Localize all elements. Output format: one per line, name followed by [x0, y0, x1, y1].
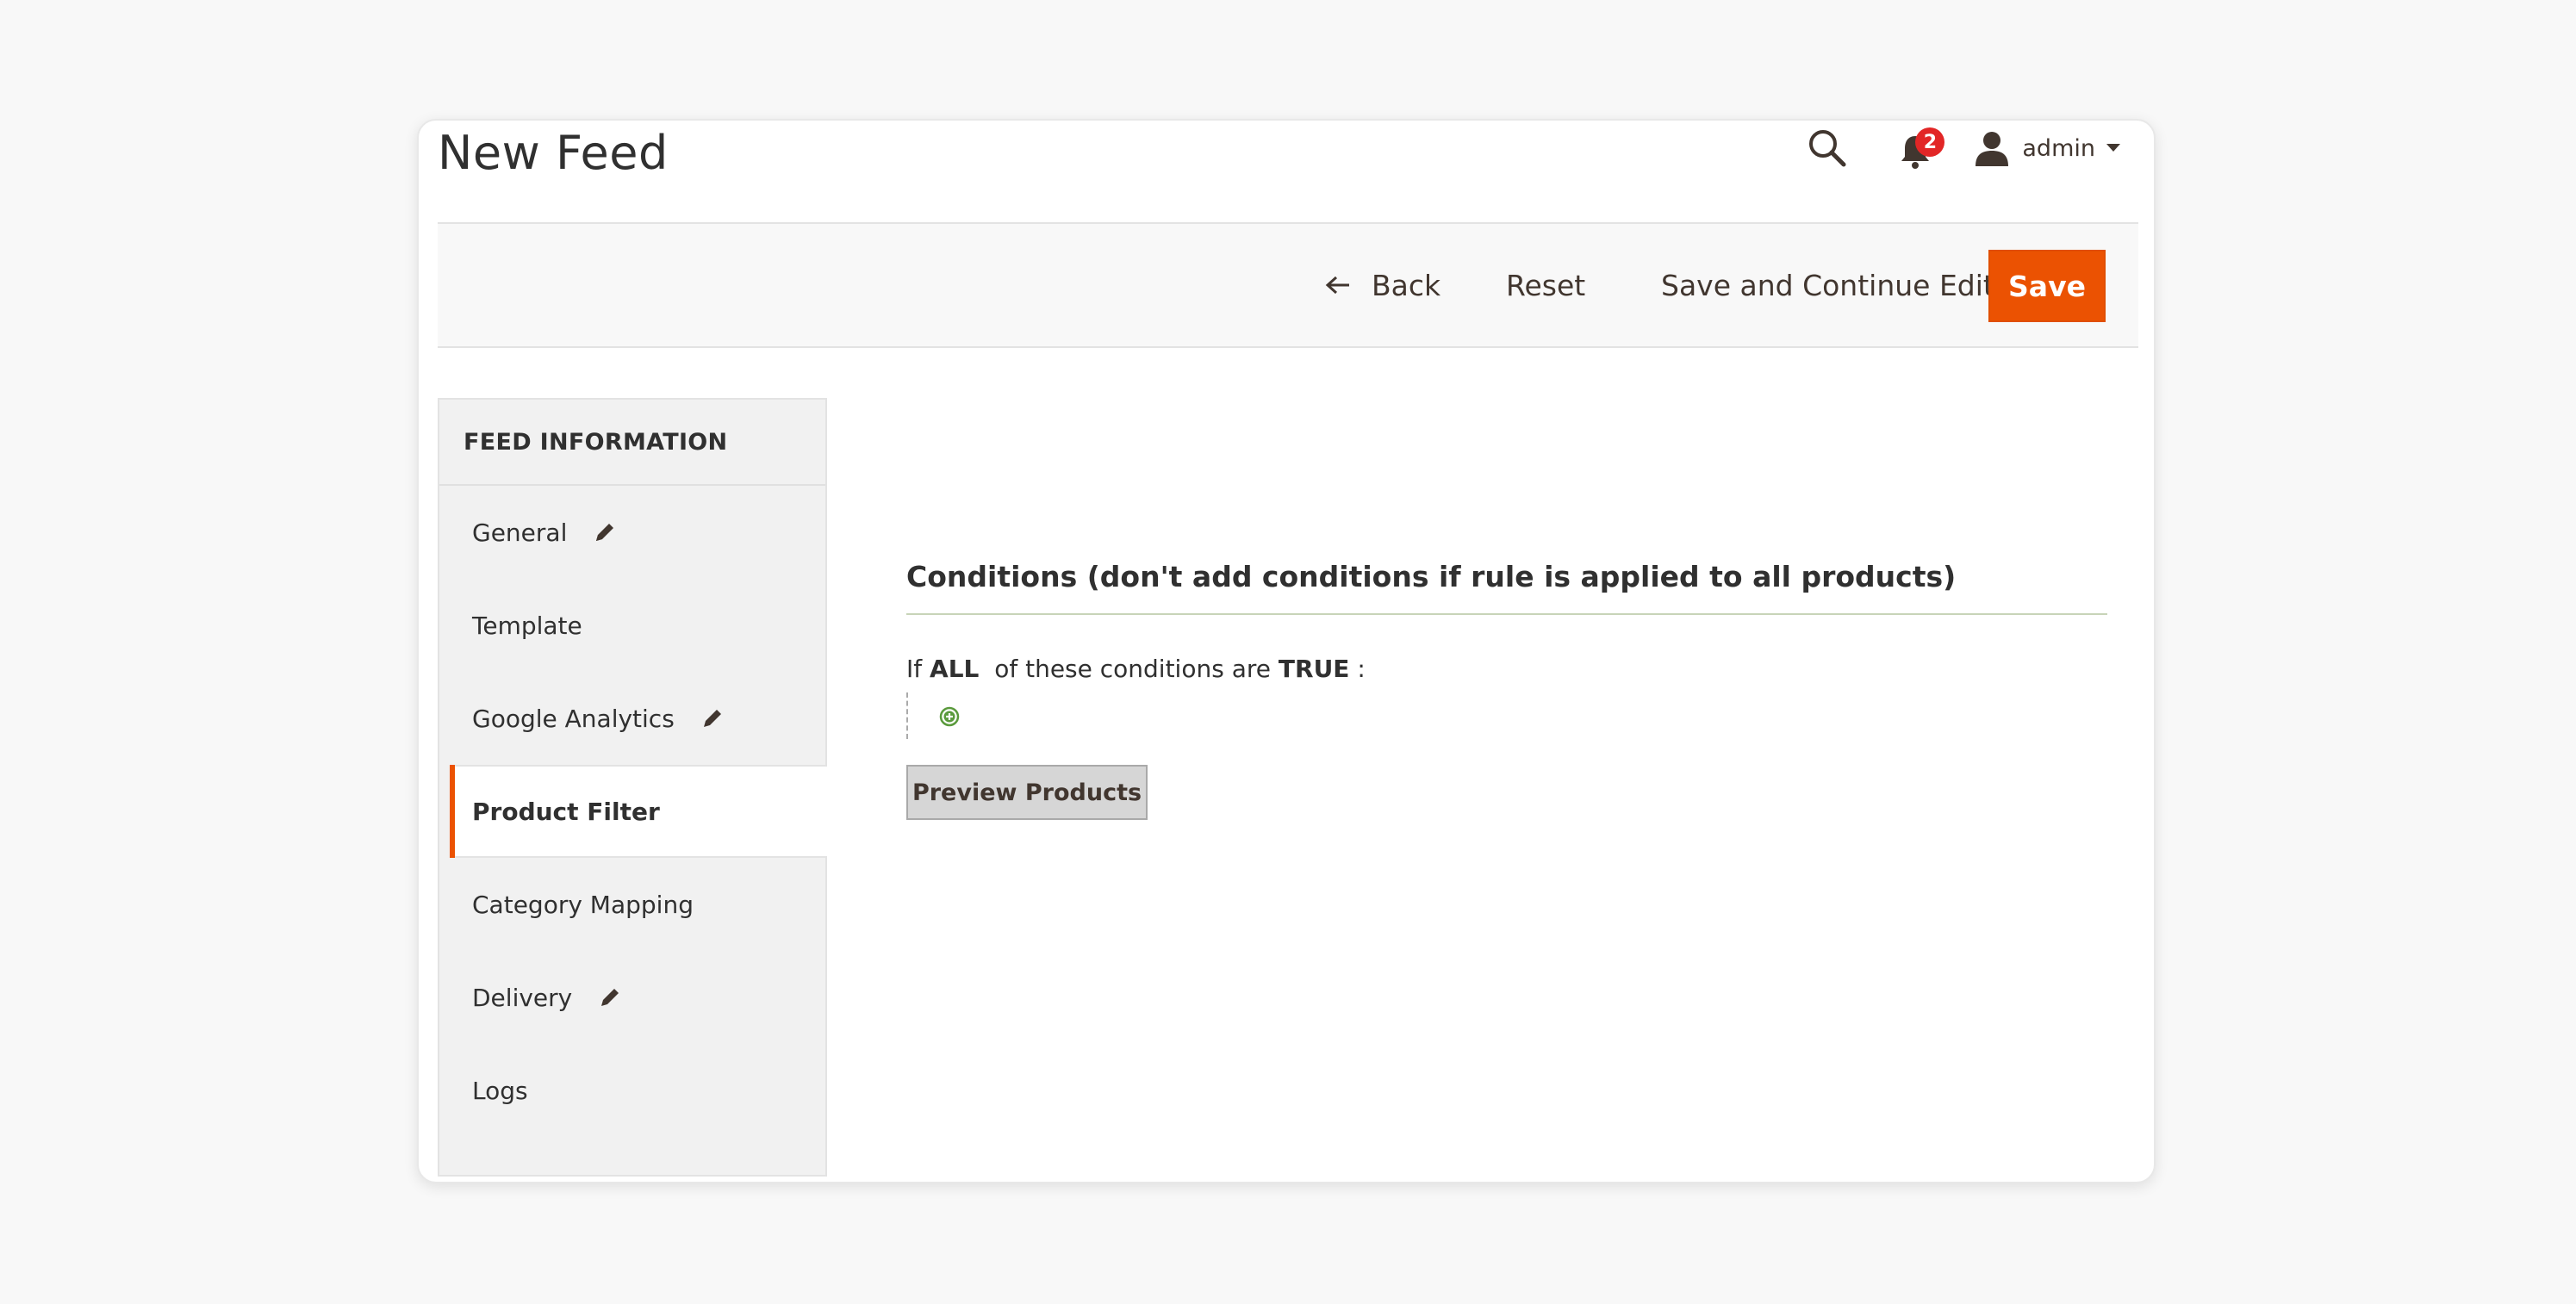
conditions-heading: Conditions (don't add conditions if rule… — [906, 560, 1957, 593]
sidebar-title: FEED INFORMATION — [439, 400, 825, 486]
notification-count-badge: 2 — [1915, 127, 1945, 157]
section-divider — [906, 613, 2107, 615]
header-actions: 2 admin — [1805, 121, 2121, 176]
sidebar-item-product-filter[interactable]: Product Filter — [450, 765, 827, 858]
admin-account-menu[interactable]: admin — [1974, 130, 2121, 166]
sidebar-item-label: Logs — [472, 1076, 528, 1105]
sidebar-item-delivery[interactable]: Delivery — [439, 951, 825, 1044]
search-icon[interactable] — [1805, 126, 1850, 171]
pencil-icon — [596, 524, 614, 541]
pencil-icon — [703, 710, 721, 727]
value-selector[interactable]: TRUE — [1279, 655, 1350, 683]
sidebar-item-google-analytics[interactable]: Google Analytics — [439, 672, 825, 765]
conditions-rule-sentence: If ALL of these conditions are TRUE : — [906, 655, 1366, 683]
arrow-left-icon — [1325, 276, 1349, 295]
sidebar-item-general[interactable]: General — [439, 486, 825, 579]
rule-suffix: : — [1357, 655, 1366, 683]
sidebar-item-label: Product Filter — [472, 797, 660, 826]
sidebar-item-label: General — [472, 518, 568, 547]
back-button-label: Back — [1372, 268, 1441, 302]
add-condition-icon[interactable] — [939, 706, 960, 727]
sidebar-item-label: Template — [472, 611, 582, 640]
rule-prefix: If — [906, 655, 923, 683]
back-button[interactable]: Back — [1325, 224, 1440, 346]
sidebar-item-label: Category Mapping — [472, 890, 694, 919]
main-panel: New Feed 2 admin Back Reset Save and Con… — [417, 119, 2156, 1183]
sidebar-item-category-mapping[interactable]: Category Mapping — [439, 858, 825, 951]
sidebar-item-label: Delivery — [472, 983, 573, 1012]
pencil-icon — [601, 989, 619, 1006]
admin-username: admin — [2022, 134, 2095, 162]
feed-information-tabs: FEED INFORMATION General Template Google… — [438, 398, 827, 1177]
rule-middle-text: of these conditions are — [994, 655, 1271, 683]
save-button[interactable]: Save — [1988, 250, 2106, 322]
reset-button[interactable]: Reset — [1506, 224, 1585, 346]
sidebar-item-label: Google Analytics — [472, 704, 675, 733]
chevron-down-icon — [2106, 144, 2120, 152]
preview-products-button[interactable]: Preview Products — [906, 765, 1148, 820]
aggregator-selector[interactable]: ALL — [930, 655, 979, 683]
save-and-continue-button[interactable]: Save and Continue Edit — [1661, 224, 1994, 346]
sidebar-item-template[interactable]: Template — [439, 579, 825, 672]
user-icon — [1976, 132, 2009, 166]
notifications-button[interactable]: 2 — [1895, 126, 1945, 171]
page-actions-toolbar: Back Reset Save and Continue Edit Save — [438, 222, 2138, 348]
page-title: New Feed — [438, 126, 669, 180]
sidebar-item-logs[interactable]: Logs — [439, 1044, 825, 1137]
conditions-tree — [906, 692, 960, 739]
